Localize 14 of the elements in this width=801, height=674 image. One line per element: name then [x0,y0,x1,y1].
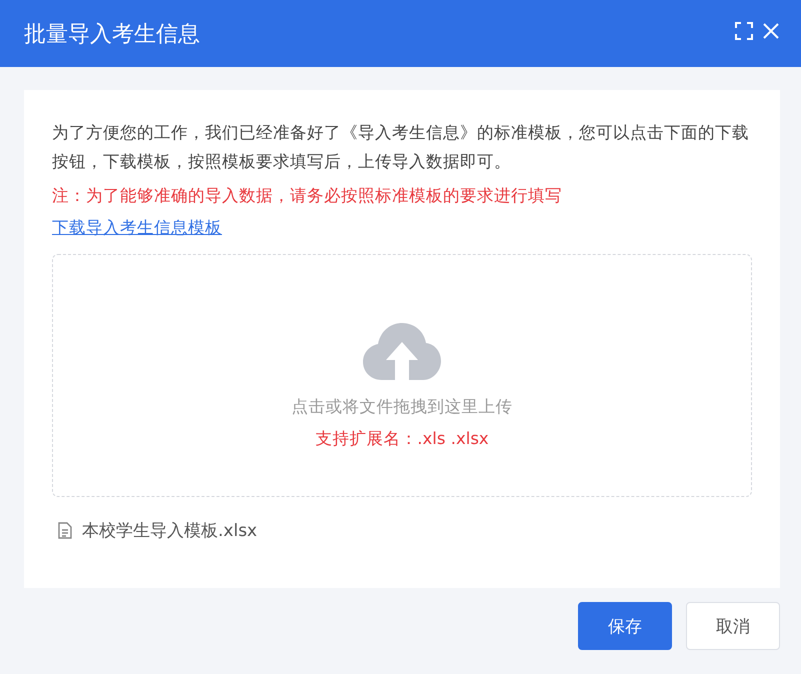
document-icon [58,522,72,539]
extensions-text: 支持扩展名：.xls .xlsx [315,428,489,450]
cloud-upload-icon [362,322,442,382]
file-name[interactable]: 本校学生导入模板.xlsx [82,519,258,542]
download-link[interactable]: 下载导入考生信息模板 [52,216,222,240]
upload-dropzone[interactable]: 点击或将文件拖拽到这里上传 支持扩展名：.xls .xlsx [52,254,752,497]
cancel-button[interactable]: 取消 [686,602,780,650]
fullscreen-icon[interactable] [735,22,753,40]
dialog-title: 批量导入考生信息 [24,20,201,48]
upload-hint: 点击或将文件拖拽到这里上传 [292,396,512,418]
intro-text: 为了方便您的工作，我们已经准备好了《导入考生信息》的标准模板，您可以点击下面的下载按钮，下载模板，按照模板要求填写后，上传导入数据即可。 [52,122,750,173]
close-icon[interactable] [763,22,779,38]
save-button[interactable]: 保存 [578,602,672,650]
note-text: 注：为了能够准确的导入数据，请务必按照标准模板的要求进行填写 [52,185,563,207]
